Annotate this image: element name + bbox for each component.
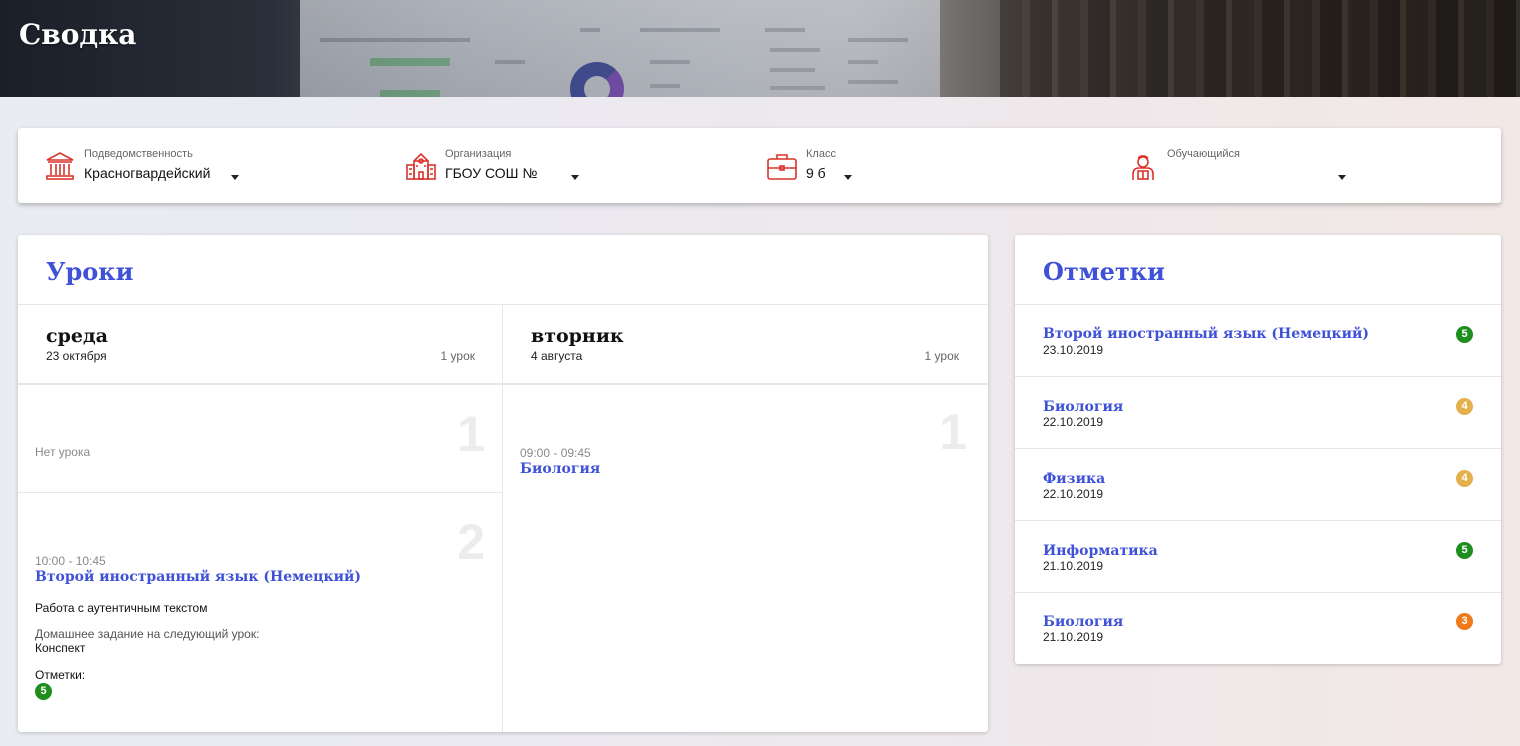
header-banner: Сводка — [0, 0, 1520, 97]
subordination-value: Красногвардейский — [84, 165, 211, 181]
mark-date: 21.10.2019 — [1043, 559, 1104, 573]
grade-badge: 5 — [1456, 542, 1473, 559]
grade-badge: 5 — [1456, 326, 1473, 343]
grade-badge: 5 — [35, 683, 52, 700]
chevron-down-icon — [1338, 175, 1346, 180]
subordination-label: Подведомственность — [84, 148, 193, 160]
student-icon — [1132, 155, 1154, 180]
student-select[interactable]: Обучающийся — [1127, 128, 1357, 203]
organization-value: ГБОУ СОШ № — [445, 165, 538, 181]
mark-subject-link[interactable]: Второй иностранный язык (Немецкий) — [1043, 326, 1369, 342]
page-title: Сводка — [19, 18, 137, 51]
lesson-subject-link[interactable]: Второй иностранный язык (Немецкий) — [35, 569, 361, 585]
marks-label: Отметки: — [35, 668, 86, 682]
lesson-time: 09:00 - 09:45 — [520, 446, 591, 460]
mark-date: 22.10.2019 — [1043, 415, 1104, 429]
chevron-down-icon — [571, 175, 579, 180]
mark-subject-link[interactable]: Информатика — [1043, 543, 1158, 559]
homework-label: Домашнее задание на следующий урок: — [35, 627, 260, 641]
banner-laptop-image — [300, 0, 940, 97]
school-building-icon — [406, 152, 436, 180]
lesson-count: 1 урок — [924, 349, 959, 363]
grade-badge: 3 — [1456, 613, 1473, 630]
chevron-down-icon — [844, 175, 852, 180]
grade-badge: 4 — [1456, 470, 1473, 487]
mark-subject-link[interactable]: Физика — [1043, 471, 1105, 487]
mark-date: 22.10.2019 — [1043, 487, 1104, 501]
briefcase-icon — [767, 154, 797, 180]
chevron-down-icon — [231, 175, 239, 180]
lesson-count: 1 урок — [440, 349, 475, 363]
no-lesson-text: Нет урока — [35, 445, 91, 459]
mark-date: 21.10.2019 — [1043, 630, 1104, 644]
homework-text: Конспект — [35, 641, 86, 655]
organization-label: Организация — [445, 148, 512, 160]
day-name: среда — [46, 325, 108, 347]
class-label: Класс — [806, 148, 836, 160]
lessons-card: Уроки среда 23 октября 1 урок 1 Нет урок… — [18, 235, 988, 732]
lesson-subject-link[interactable]: Биология — [520, 461, 600, 477]
day-date: 23 октября — [46, 349, 107, 363]
marks-title: Отметки — [1043, 257, 1165, 286]
lesson-time: 10:00 - 10:45 — [35, 554, 106, 568]
day-name: вторник — [531, 325, 624, 347]
banner-bookshelf-image — [1000, 0, 1520, 97]
lesson-number: 2 — [457, 514, 485, 570]
lesson-topic: Работа с аутентичным текстом — [35, 601, 208, 615]
lessons-title: Уроки — [46, 257, 134, 286]
government-building-icon — [46, 152, 74, 180]
mark-date: 23.10.2019 — [1043, 343, 1104, 357]
class-value: 9 б — [806, 165, 826, 181]
filter-bar: Подведомственность Красногвардейский Орг… — [18, 128, 1501, 203]
mark-subject-link[interactable]: Биология — [1043, 399, 1123, 415]
grade-badge: 4 — [1456, 398, 1473, 415]
organization-select[interactable]: Организация ГБОУ СОШ № — [405, 128, 605, 203]
mark-subject-link[interactable]: Биология — [1043, 614, 1123, 630]
day-date: 4 августа — [531, 349, 583, 363]
class-select[interactable]: Класс 9 б — [766, 128, 916, 203]
student-label: Обучающийся — [1167, 148, 1241, 160]
subordination-select[interactable]: Подведомственность Красногвардейский — [44, 128, 264, 203]
lesson-number: 1 — [939, 404, 967, 460]
marks-card: Отметки Второй иностранный язык (Немецки… — [1015, 235, 1501, 664]
lesson-number: 1 — [457, 406, 485, 462]
